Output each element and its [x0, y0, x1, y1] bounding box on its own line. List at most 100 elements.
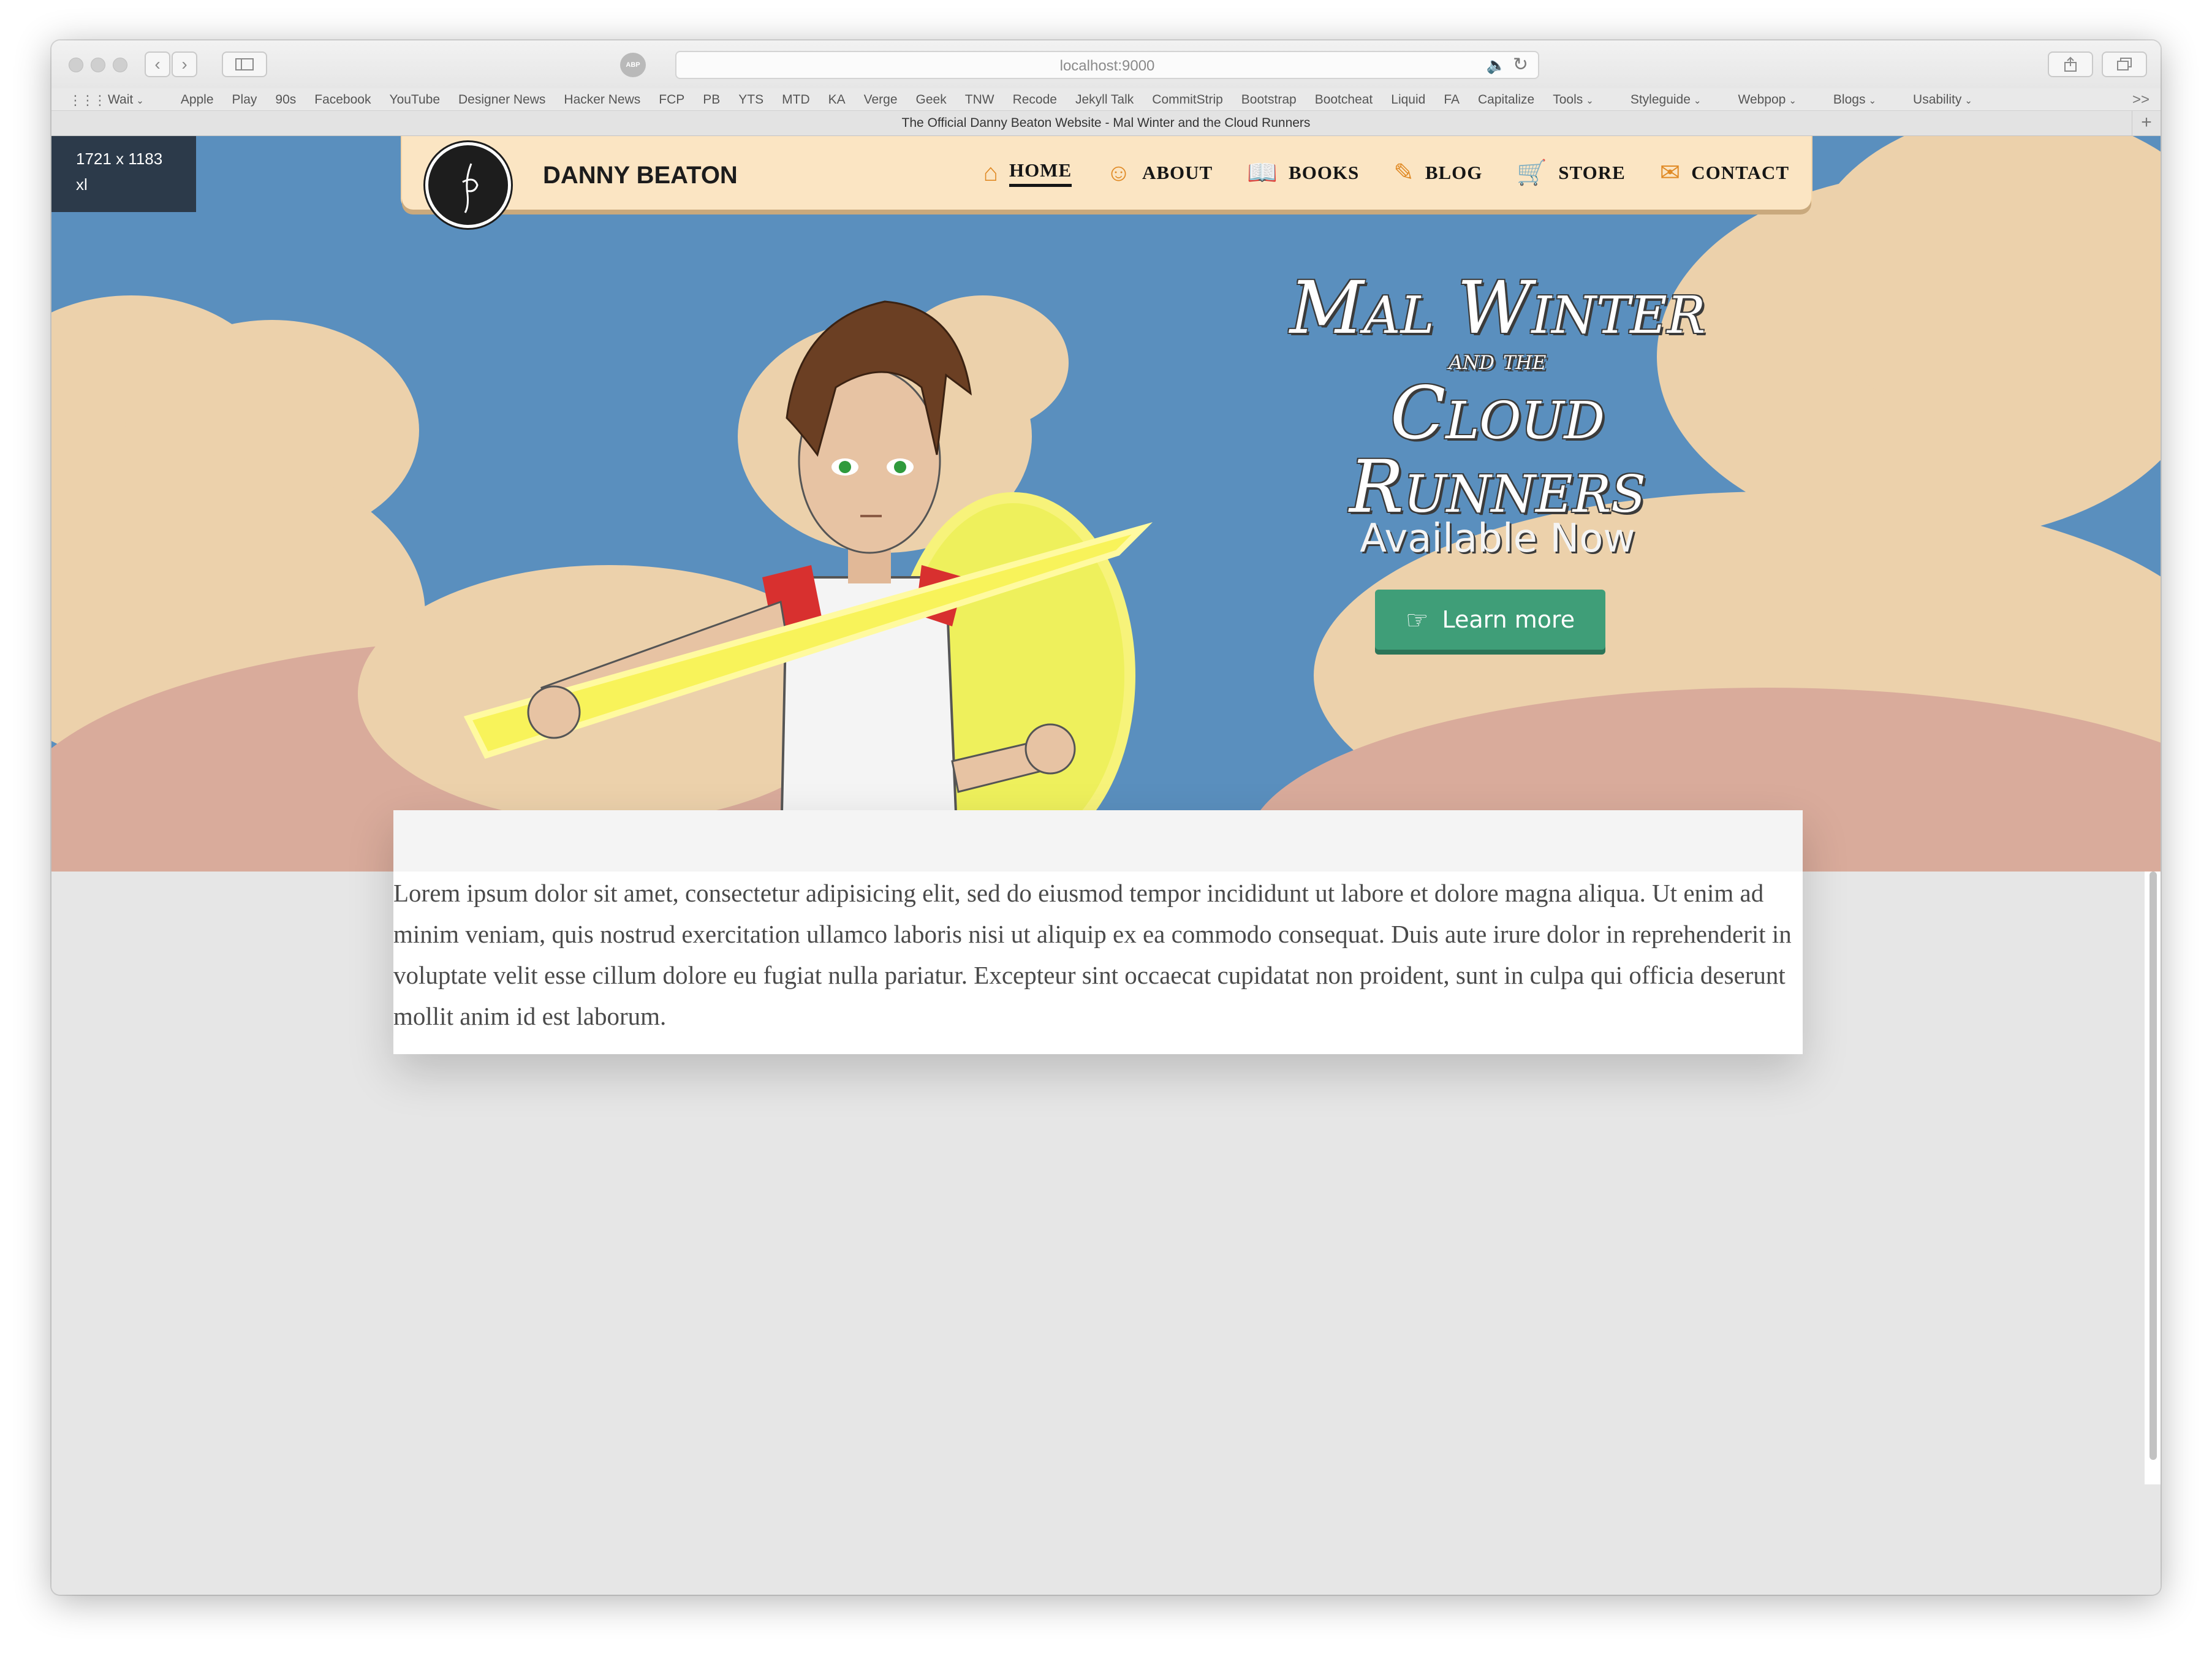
- hand-pointing-icon: ☞: [1405, 604, 1429, 635]
- url-text[interactable]: localhost:9000: [676, 58, 1538, 75]
- favorite-link[interactable]: Capitalize: [1478, 93, 1534, 107]
- scrollbar-thumb[interactable]: [2150, 872, 2157, 1460]
- favorite-link[interactable]: Liquid: [1391, 93, 1425, 107]
- favorite-link[interactable]: Verge: [864, 93, 898, 107]
- forward-button[interactable]: ›: [172, 51, 197, 77]
- book-icon: 📖: [1247, 159, 1278, 186]
- book-title: Mal Winter and the Cloud Runners: [1246, 271, 1749, 523]
- page-viewport: 1721 x 1183 xl DANNY BEATON ⌂ HOME ☺ ABOUT 📖…: [51, 136, 2161, 1595]
- chevron-down-icon: ⌄: [1693, 96, 1702, 106]
- nav-books[interactable]: 📖 BOOKS: [1247, 161, 1359, 185]
- favorite-link[interactable]: Styleguide ⌄: [1631, 93, 1720, 107]
- hero-banner: [51, 136, 2161, 872]
- address-bar[interactable]: localhost:9000 🔈 ↻: [675, 51, 1539, 79]
- favorite-link[interactable]: Designer News: [458, 93, 545, 107]
- grid-icon[interactable]: ⋮⋮⋮: [69, 93, 107, 108]
- favorite-link[interactable]: Hacker News: [564, 93, 640, 107]
- main-nav: ⌂ HOME ☺ ABOUT 📖 BOOKS ✎ BLOG 🛒 STORE ✉ CONTACT: [949, 136, 1789, 210]
- chevron-down-icon: ⌄: [1964, 96, 1972, 106]
- tabs-icon: [2117, 58, 2132, 70]
- page-scrollbar[interactable]: [2145, 872, 2161, 1484]
- user-icon: ☺: [1106, 159, 1131, 186]
- zoom-window-button[interactable]: [113, 58, 127, 72]
- tabs-overview-button[interactable]: [2102, 51, 2147, 77]
- chevron-right-icon: ›: [181, 55, 187, 74]
- card-header-strip: [393, 810, 1803, 872]
- signature-logo-icon: [462, 163, 479, 213]
- new-tab-button[interactable]: +: [2132, 111, 2161, 135]
- favorite-link[interactable]: Jekyll Talk: [1075, 93, 1134, 107]
- tab-title[interactable]: The Official Danny Beaton Website - Mal …: [51, 116, 2161, 131]
- back-button[interactable]: ‹: [145, 51, 170, 77]
- pen-icon: ✎: [1393, 159, 1414, 186]
- share-button[interactable]: [2048, 51, 2093, 77]
- favorite-link[interactable]: MTD: [782, 93, 810, 107]
- chevron-down-icon: ⌄: [1868, 96, 1877, 106]
- favorites-overflow[interactable]: >>: [2132, 91, 2150, 108]
- favorite-link[interactable]: CommitStrip: [1152, 93, 1223, 107]
- favorite-link[interactable]: Apple: [181, 93, 214, 107]
- nav-label: STORE: [1558, 162, 1626, 183]
- favorite-link[interactable]: YTS: [738, 93, 763, 107]
- site-navbar: DANNY BEATON ⌂ HOME ☺ ABOUT 📖 BOOKS ✎ BLOG 🛒 STOR…: [402, 136, 1811, 228]
- browser-window: ‹ › ABP localhost:9000 🔈 ↻ ⋮⋮⋮ Wait ⌄ Appl…: [51, 40, 2161, 1595]
- cart-icon: 🛒: [1517, 159, 1548, 186]
- adblock-icon[interactable]: ABP: [620, 53, 646, 77]
- sidebar-toggle-button[interactable]: [222, 51, 267, 77]
- nav-store[interactable]: 🛒 STORE: [1517, 161, 1625, 185]
- speaker-icon[interactable]: 🔈: [1487, 56, 1506, 75]
- favorite-link[interactable]: Blogs ⌄: [1833, 93, 1895, 107]
- book-title-line-3: Cloud Runners: [1349, 371, 1646, 529]
- body-paragraph: Lorem ipsum dolor sit amet, consectetur …: [393, 879, 1792, 1030]
- breakpoint-label: xl: [76, 175, 88, 194]
- favorites-bar: ⋮⋮⋮ Wait ⌄ Apple Play 90s Facebook YouTube Desi…: [51, 88, 2161, 111]
- sidebar-icon: [235, 58, 254, 70]
- favorites-list: Wait ⌄ Apple Play 90s Facebook YouTube Designer…: [108, 93, 2009, 107]
- site-brand[interactable]: DANNY BEATON: [543, 162, 738, 189]
- envelope-icon: ✉: [1659, 159, 1681, 186]
- favorite-link[interactable]: YouTube: [389, 93, 440, 107]
- nav-home[interactable]: ⌂ HOME: [983, 159, 1072, 187]
- share-icon: [2064, 56, 2077, 72]
- favorite-link[interactable]: Geek: [916, 93, 947, 107]
- favorite-link[interactable]: TNW: [965, 93, 994, 107]
- favorite-link[interactable]: Tools ⌄: [1553, 93, 1612, 107]
- favorite-link[interactable]: Bootcheat: [1315, 93, 1373, 107]
- learn-more-button[interactable]: ☞ Learn more: [1375, 590, 1605, 650]
- minimize-window-button[interactable]: [91, 58, 105, 72]
- tab-bar: The Official Danny Beaton Website - Mal …: [51, 111, 2161, 136]
- favorite-link[interactable]: Recode: [1013, 93, 1057, 107]
- site-logo[interactable]: [425, 142, 511, 228]
- favorite-link[interactable]: KA: [828, 93, 846, 107]
- breakpoint-badge: 1721 x 1183 xl: [51, 136, 196, 212]
- chevron-left-icon: ‹: [154, 55, 161, 74]
- nav-label: HOME: [1009, 159, 1072, 187]
- favorite-link[interactable]: Bootstrap: [1241, 93, 1297, 107]
- favorite-link[interactable]: Play: [232, 93, 257, 107]
- favorite-link[interactable]: Usability ⌄: [1913, 93, 1991, 107]
- favorite-link[interactable]: Facebook: [314, 93, 371, 107]
- favorite-link[interactable]: PB: [703, 93, 720, 107]
- favorite-link[interactable]: Webpop ⌄: [1738, 93, 1815, 107]
- favorite-link[interactable]: 90s: [275, 93, 296, 107]
- nav-label: BOOKS: [1289, 162, 1360, 183]
- reload-icon[interactable]: ↻: [1513, 54, 1528, 75]
- browser-toolbar: ‹ › ABP localhost:9000 🔈 ↻: [51, 40, 2161, 88]
- nav-label: BLOG: [1425, 162, 1483, 183]
- home-icon: ⌂: [983, 159, 998, 186]
- learn-more-label: Learn more: [1442, 606, 1575, 633]
- hero-character-illustration: [463, 300, 1153, 872]
- book-title-line-1: Mal Winter: [1289, 265, 1706, 350]
- viewport-size-label: 1721 x 1183: [76, 150, 163, 168]
- content-card: Lorem ipsum dolor sit amet, consectetur …: [393, 810, 1803, 1054]
- chevron-down-icon: ⌄: [1789, 96, 1797, 106]
- favorite-link[interactable]: FA: [1444, 93, 1460, 107]
- nav-blog[interactable]: ✎ BLOG: [1393, 161, 1482, 185]
- favorite-link[interactable]: FCP: [659, 93, 684, 107]
- chevron-down-icon: ⌄: [136, 96, 144, 106]
- favorite-link[interactable]: Wait ⌄: [108, 93, 162, 107]
- close-window-button[interactable]: [69, 58, 83, 72]
- nav-contact[interactable]: ✉ CONTACT: [1660, 161, 1789, 185]
- nav-about[interactable]: ☺ ABOUT: [1106, 161, 1213, 185]
- nav-label: ABOUT: [1142, 162, 1213, 183]
